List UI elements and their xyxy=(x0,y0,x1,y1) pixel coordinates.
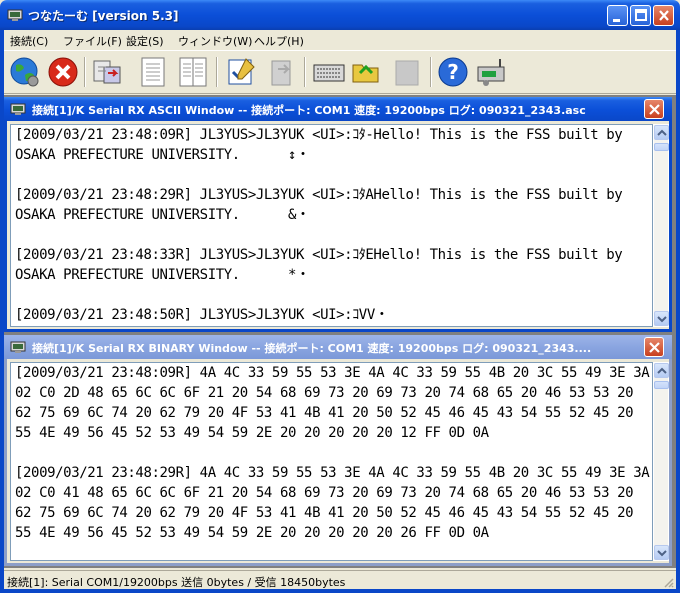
status-bar: 接続[1]: Serial COM1/19200bps 送信 0bytes / … xyxy=(4,570,676,589)
log-line: [2009/03/21 23:48:29R] JL3YUS>JL3YUK <UI… xyxy=(15,187,623,203)
binary-window-close-button[interactable] xyxy=(644,337,664,357)
close-icon xyxy=(649,104,660,115)
close-icon xyxy=(659,10,669,21)
ascii-window[interactable]: 接続[1]/K Serial RX ASCII Window -- 接続ポート:… xyxy=(4,97,672,332)
log-line: 55 4E 49 56 45 52 53 49 54 59 2E 20 20 2… xyxy=(15,525,489,541)
open-folder-icon xyxy=(352,64,379,83)
log-line: [2009/03/21 23:48:09R] JL3YUS>JL3YUK <UI… xyxy=(15,127,623,143)
transfer-icon xyxy=(93,60,121,84)
menu-help[interactable]: ヘルプ(H) xyxy=(254,33,304,49)
chevron-down-icon xyxy=(657,316,667,323)
log-line: OSAKA PREFECTURE UNIVERSITY. &・ xyxy=(15,207,310,223)
help-icon: ? xyxy=(438,57,468,87)
maximize-button[interactable] xyxy=(630,5,651,26)
maximize-icon xyxy=(635,9,647,21)
binary-window[interactable]: 接続[1]/K Serial RX BINARY Window -- 接続ポート… xyxy=(4,335,672,566)
window-icon xyxy=(10,341,26,353)
menu-window[interactable]: ウィンドウ(W) xyxy=(178,33,252,49)
binary-log-text[interactable]: [2009/03/21 23:48:09R] 4A 4C 33 59 55 53… xyxy=(10,362,653,561)
connect-button[interactable] xyxy=(8,55,42,89)
disconnect-button[interactable] xyxy=(46,55,80,89)
ascii-window-titlebar[interactable]: 接続[1]/K Serial RX ASCII Window -- 接続ポート:… xyxy=(4,97,672,121)
log-line: 62 75 69 6C 74 20 62 79 20 4F 53 41 4B 4… xyxy=(15,505,634,521)
toolbar: ? xyxy=(4,50,676,94)
app-icon xyxy=(7,9,23,21)
toolbar-separator xyxy=(430,57,432,87)
status-text: 接続[1]: Serial COM1/19200bps 送信 0bytes / … xyxy=(7,576,346,589)
binary-window-title: 接続[1]/K Serial RX BINARY Window -- 接続ポート… xyxy=(32,342,592,355)
paste-icon xyxy=(271,60,291,86)
chevron-up-icon xyxy=(657,129,667,136)
transfer-button[interactable] xyxy=(90,55,124,89)
scroll-up-button[interactable] xyxy=(654,125,669,140)
toolbar-separator xyxy=(304,57,306,87)
log-line: OSAKA PREFECTURE UNIVERSITY. ↕・ xyxy=(15,147,310,163)
log-line: [2009/03/21 23:48:50R] JL3YUS>JL3YUK <UI… xyxy=(15,307,389,323)
log-line: [2009/03/21 23:48:29R] 4A 4C 33 59 55 53… xyxy=(15,465,650,481)
svg-text:?: ? xyxy=(447,60,459,84)
disconnect-icon xyxy=(48,57,78,87)
document-columns-icon xyxy=(179,57,207,87)
paste-button[interactable] xyxy=(264,55,298,89)
scroll-down-button[interactable] xyxy=(654,545,669,560)
log-line: [2009/03/21 23:48:33R] JL3YUS>JL3YUK <UI… xyxy=(15,247,623,263)
edit-check-icon xyxy=(228,58,255,85)
toolbar-separator xyxy=(216,57,218,87)
app-titlebar[interactable]: つなたーむ [version 5.3] xyxy=(0,0,680,30)
open-folder-button[interactable] xyxy=(350,55,384,89)
close-icon xyxy=(649,342,660,353)
edit-button[interactable] xyxy=(224,55,258,89)
tnc-button[interactable] xyxy=(474,55,508,89)
log-line: 02 C0 2D 48 65 6C 6C 6F 21 20 54 68 69 7… xyxy=(15,385,634,401)
menu-file[interactable]: ファイル(F) xyxy=(63,33,122,49)
window-frame-right xyxy=(676,30,680,593)
log-line: OSAKA PREFECTURE UNIVERSITY. *・ xyxy=(15,267,310,283)
tnc-device-icon xyxy=(477,59,505,86)
disabled-icon xyxy=(395,60,419,86)
document-button[interactable] xyxy=(136,55,170,89)
window-icon xyxy=(10,103,26,115)
document-icon xyxy=(141,57,165,87)
menu-connect[interactable]: 接続(C) xyxy=(10,33,48,49)
menu-bar: 接続(C) ファイル(F) 設定(S) ウィンドウ(W) ヘルプ(H) xyxy=(4,30,676,49)
keyboard-icon xyxy=(313,64,345,82)
connect-globe-icon xyxy=(10,57,39,87)
binary-window-titlebar[interactable]: 接続[1]/K Serial RX BINARY Window -- 接続ポート… xyxy=(4,335,672,359)
scroll-up-button[interactable] xyxy=(654,363,669,378)
ascii-log-text[interactable]: [2009/03/21 23:48:09R] JL3YUS>JL3YUK <UI… xyxy=(10,124,653,327)
keyboard-button[interactable] xyxy=(312,55,346,89)
app-title: つなたーむ [version 5.3] xyxy=(28,9,179,23)
log-line: 55 4E 49 56 45 52 53 49 54 59 2E 20 20 2… xyxy=(15,425,489,441)
resize-grip-icon[interactable] xyxy=(662,576,674,588)
ascii-window-title: 接続[1]/K Serial RX ASCII Window -- 接続ポート:… xyxy=(32,104,586,117)
disabled-button[interactable] xyxy=(390,55,424,89)
scroll-thumb[interactable] xyxy=(654,381,669,389)
columns-button[interactable] xyxy=(176,55,210,89)
log-line: 02 C0 41 48 65 6C 6C 6F 21 20 54 68 69 7… xyxy=(15,485,634,501)
binary-vertical-scrollbar[interactable] xyxy=(653,362,669,561)
chevron-down-icon xyxy=(657,550,667,557)
minimize-button[interactable] xyxy=(607,5,628,26)
minimize-icon xyxy=(613,19,620,22)
close-button[interactable] xyxy=(653,5,674,26)
chevron-up-icon xyxy=(657,367,667,374)
ascii-window-close-button[interactable] xyxy=(644,99,664,119)
log-line: [2009/03/21 23:48:09R] 4A 4C 33 59 55 53… xyxy=(15,365,650,381)
scroll-down-button[interactable] xyxy=(654,311,669,326)
ascii-vertical-scrollbar[interactable] xyxy=(653,124,669,327)
toolbar-separator xyxy=(84,57,86,87)
help-button[interactable]: ? xyxy=(436,55,470,89)
menu-settings[interactable]: 設定(S) xyxy=(126,33,164,49)
log-line: 62 75 69 6C 74 20 62 79 20 4F 53 41 4B 4… xyxy=(15,405,634,421)
scroll-thumb[interactable] xyxy=(654,143,669,151)
